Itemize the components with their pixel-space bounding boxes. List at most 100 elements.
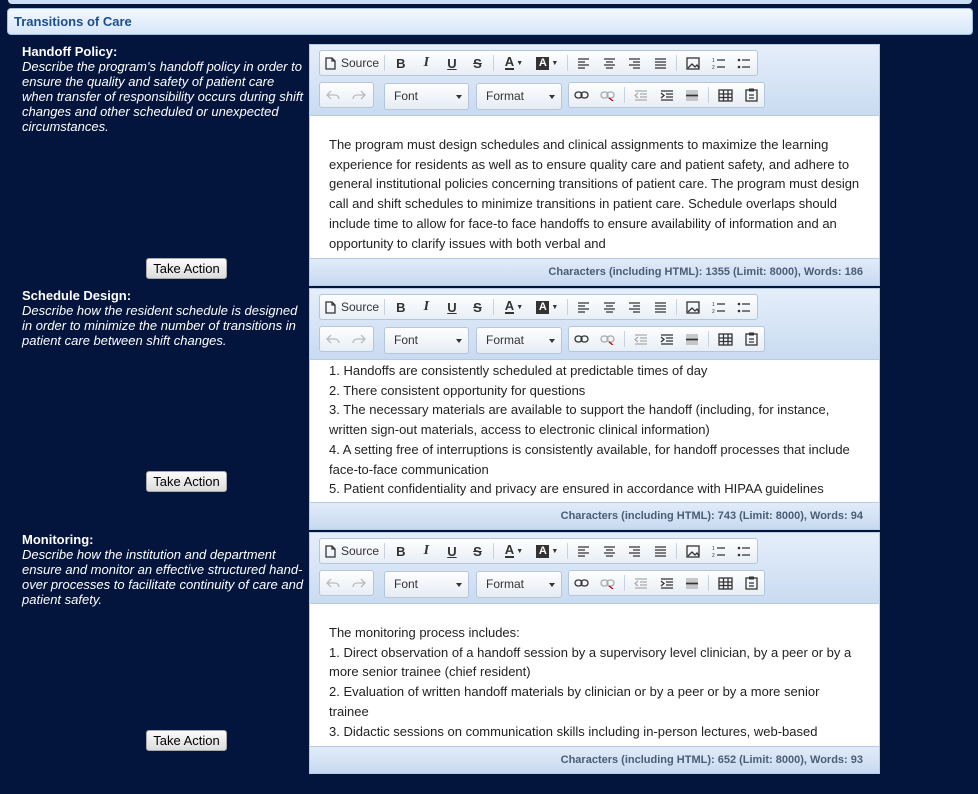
paste-button[interactable] [738,83,764,107]
outdent-button[interactable] [628,83,654,107]
underline-button[interactable]: U [439,295,465,319]
align-right-button[interactable] [622,539,648,563]
strikethrough-button[interactable]: S [465,51,491,75]
italic-button[interactable]: I [414,539,440,563]
bold-icon: B [396,299,406,315]
link-button[interactable] [569,571,595,595]
format-dropdown[interactable]: Format [476,327,562,354]
background-color-button[interactable]: A ▼ [531,539,564,563]
align-right-button[interactable] [622,51,648,75]
align-left-button[interactable] [571,295,597,319]
bold-button[interactable]: B [388,51,414,75]
table-button[interactable] [712,327,738,351]
align-center-button[interactable] [597,295,623,319]
redo-button[interactable] [346,327,372,351]
indent-button[interactable] [654,83,680,107]
justify-button[interactable] [648,539,674,563]
image-button[interactable] [680,539,706,563]
bold-button[interactable]: B [388,295,414,319]
redo-button[interactable] [346,83,372,107]
paste-button[interactable] [738,571,764,595]
editor-content[interactable]: The program must design schedules and cl… [310,117,879,258]
content-paragraph: 3. The necessary materials are available… [329,402,830,438]
editor-content[interactable]: The monitoring process includes: 1. Direc… [310,605,879,746]
ordered-list-button[interactable]: 12 [706,539,732,563]
question-label: Handoff Policy: Describe the program's ha… [22,44,306,134]
image-icon [686,300,700,314]
bullet-list-button[interactable] [731,51,757,75]
toolbar-separator [708,575,710,591]
svg-text:1: 1 [712,302,715,308]
format-dropdown[interactable]: Format [476,83,562,110]
unlink-button[interactable] [595,327,621,351]
horizontal-line-button[interactable] [679,327,705,351]
table-button[interactable] [712,571,738,595]
format-dropdown[interactable]: Format [476,571,562,598]
outdent-button[interactable] [628,327,654,351]
justify-button[interactable] [648,51,674,75]
align-center-icon [603,545,616,557]
ordered-list-button[interactable]: 12 [706,295,732,319]
unlink-button[interactable] [595,83,621,107]
justify-button[interactable] [648,295,674,319]
background-color-button[interactable]: A ▼ [531,51,564,75]
font-dropdown[interactable]: Font [384,571,469,598]
image-button[interactable] [680,51,706,75]
take-action-button[interactable]: Take Action [146,471,227,492]
toolbar-group-history [319,82,374,108]
underline-button[interactable]: U [439,539,465,563]
editor-content[interactable]: 1. Handoffs are consistently scheduled a… [310,361,879,502]
redo-button[interactable] [346,571,372,595]
align-left-button[interactable] [571,51,597,75]
align-center-button[interactable] [597,51,623,75]
horizontal-line-button[interactable] [679,571,705,595]
table-button[interactable] [712,83,738,107]
font-dropdown-label: Font [394,577,419,591]
toolbar-group-formatting: Source B I U S A ▼ A ▼ 1 2 [319,50,758,76]
question-description: Describe the program's handoff policy in… [22,59,304,134]
source-button[interactable]: Source [320,51,381,75]
background-color-button[interactable]: A ▼ [531,295,564,319]
align-right-button[interactable] [622,295,648,319]
question-row: Handoff Policy: Describe the program's ha… [0,44,978,287]
link-button[interactable] [569,327,595,351]
align-center-button[interactable] [597,539,623,563]
bullet-list-button[interactable] [731,295,757,319]
undo-button[interactable] [320,571,346,595]
strikethrough-button[interactable]: S [465,539,491,563]
source-button[interactable]: Source [320,295,381,319]
undo-button[interactable] [320,327,346,351]
image-button[interactable] [680,295,706,319]
bold-button[interactable]: B [388,539,414,563]
take-action-button[interactable]: Take Action [146,730,227,751]
font-dropdown[interactable]: Font [384,327,469,354]
bg-color-icon: A ▼ [536,56,558,70]
character-count-status: Characters (including HTML): 652 (Limit:… [310,746,879,773]
link-button[interactable] [569,83,595,107]
question-description: Describe how the resident schedule is de… [22,303,298,348]
take-action-button[interactable]: Take Action [146,258,227,279]
indent-button[interactable] [654,571,680,595]
paste-button[interactable] [738,327,764,351]
outdent-button[interactable] [628,571,654,595]
text-color-button[interactable]: A ▼ [497,539,530,563]
link-icon [574,89,590,101]
text-color-button[interactable]: A ▼ [497,295,530,319]
strikethrough-button[interactable]: S [465,295,491,319]
italic-button[interactable]: I [414,51,440,75]
undo-button[interactable] [320,83,346,107]
source-button[interactable]: Source [320,539,381,563]
indent-button[interactable] [654,327,680,351]
source-icon [324,544,336,558]
italic-button[interactable]: I [414,295,440,319]
text-color-button[interactable]: A ▼ [497,51,530,75]
bullet-list-button[interactable] [731,539,757,563]
align-left-button[interactable] [571,539,597,563]
font-dropdown[interactable]: Font [384,83,469,110]
underline-button[interactable]: U [439,51,465,75]
ordered-list-button[interactable]: 12 [706,51,732,75]
link-icon [574,577,590,589]
unlink-button[interactable] [595,571,621,595]
toolbar-separator [567,543,569,559]
horizontal-line-button[interactable] [679,83,705,107]
